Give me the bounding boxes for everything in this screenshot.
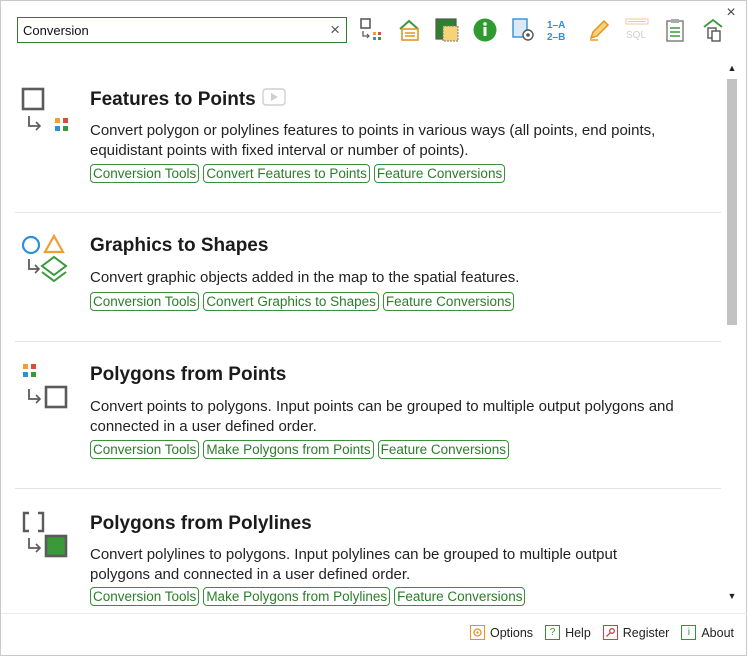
svg-text:2–B: 2–B: [547, 32, 565, 43]
gear-icon: [469, 625, 485, 640]
tag-link[interactable]: Conversion Tools: [90, 292, 200, 311]
tool-search-window: × ×: [0, 0, 747, 656]
result-title[interactable]: Polygons from Polylines: [90, 513, 312, 535]
search-box[interactable]: ×: [17, 17, 347, 43]
register-link[interactable]: Register: [602, 625, 670, 640]
about-label[interactable]: About: [701, 626, 734, 640]
graphics-to-shapes-icon: [21, 233, 77, 289]
result-description: Convert polylines to polygons. Input pol…: [90, 546, 617, 583]
result-tags: Conversion Tools Convert Features to Poi…: [90, 164, 506, 183]
result-item-polygons-from-points[interactable]: Polygons from Points Convert points to p…: [15, 342, 721, 488]
help-icon: ?: [545, 625, 561, 640]
sql-icon[interactable]: SQL: [621, 15, 652, 45]
result-item-graphics-to-shapes[interactable]: Graphics to Shapes Convert graphic objec…: [15, 213, 721, 341]
result-title[interactable]: Graphics to Shapes: [90, 235, 268, 257]
pencil-edit-icon[interactable]: [583, 15, 614, 45]
tag-link[interactable]: Conversion Tools: [90, 587, 200, 606]
result-tags: Conversion Tools Convert Graphics to Sha…: [90, 292, 515, 311]
result-item-features-to-points[interactable]: Features to Points Convert polygon or po…: [15, 57, 721, 212]
tag-link[interactable]: Feature Conversions: [394, 587, 526, 606]
svg-text:1–A: 1–A: [547, 20, 565, 31]
tag-link[interactable]: Convert Features to Points: [203, 164, 370, 183]
polygons-from-polylines-icon: [21, 511, 77, 567]
result-title-text[interactable]: Polygons from Polylines: [90, 513, 312, 535]
help-label[interactable]: Help: [565, 626, 591, 640]
tag-link[interactable]: Convert Graphics to Shapes: [203, 292, 379, 311]
result-title[interactable]: Polygons from Points: [90, 364, 286, 386]
result-description: Convert polygon or polylines features to…: [90, 122, 656, 159]
footer: Options ? Help Register i About: [469, 625, 734, 640]
clear-search-icon[interactable]: ×: [330, 21, 340, 39]
settings-document-icon[interactable]: [507, 15, 538, 45]
result-description: Convert graphic objects added in the map…: [90, 269, 520, 286]
result-title-text[interactable]: Graphics to Shapes: [90, 235, 268, 257]
numbering-icon[interactable]: 1–A 2–B: [545, 15, 576, 45]
result-title-text[interactable]: Polygons from Points: [90, 364, 286, 386]
scroll-thumb[interactable]: [727, 79, 737, 325]
options-label[interactable]: Options: [490, 626, 533, 640]
about-link[interactable]: i About: [681, 625, 734, 640]
result-item-polygons-from-polylines[interactable]: Polygons from Polylines Convert polyline…: [15, 489, 721, 609]
copy-layer-icon[interactable]: [697, 15, 728, 45]
tag-link[interactable]: Feature Conversions: [377, 440, 509, 459]
clipboard-icon[interactable]: [659, 15, 690, 45]
tag-link[interactable]: Make Polygons from Points: [203, 440, 374, 459]
result-tags: Conversion Tools Make Polygons from Poly…: [90, 587, 526, 606]
export-layer-icon[interactable]: [393, 15, 424, 45]
features-to-points-tool-icon[interactable]: [355, 15, 386, 45]
result-title[interactable]: Features to Points: [90, 88, 286, 112]
search-input[interactable]: [18, 19, 318, 41]
tag-link[interactable]: Feature Conversions: [373, 164, 506, 183]
features-to-points-icon: [21, 87, 77, 143]
results-list: Features to Points Convert polygon or po…: [1, 57, 723, 609]
options-link[interactable]: Options: [469, 625, 533, 640]
scroll-up-arrow-icon[interactable]: ▲: [725, 63, 739, 73]
tag-link[interactable]: Make Polygons from Polylines: [203, 587, 391, 606]
result-title-text[interactable]: Features to Points: [90, 89, 256, 111]
tag-link[interactable]: Conversion Tools: [90, 164, 200, 183]
result-tags: Conversion Tools Make Polygons from Poin…: [90, 440, 509, 459]
help-link[interactable]: ? Help: [545, 625, 591, 640]
map-extent-icon[interactable]: [431, 15, 462, 45]
scroll-down-arrow-icon[interactable]: ▼: [725, 591, 739, 601]
tag-link[interactable]: Feature Conversions: [382, 292, 515, 311]
footer-divider: [1, 613, 747, 614]
info-small-icon: i: [681, 625, 697, 640]
result-description: Convert points to polygons. Input points…: [90, 398, 674, 435]
vertical-scrollbar[interactable]: ▲ ▼: [725, 57, 739, 609]
toolbar: 1–A 2–B SQL: [355, 15, 728, 45]
register-label[interactable]: Register: [623, 626, 670, 640]
svg-text:SQL: SQL: [626, 30, 646, 41]
key-icon: [602, 625, 618, 640]
polygons-from-points-icon: [21, 362, 77, 418]
info-icon[interactable]: [469, 15, 500, 45]
tag-link[interactable]: Conversion Tools: [90, 440, 200, 459]
video-play-icon[interactable]: [262, 88, 286, 112]
